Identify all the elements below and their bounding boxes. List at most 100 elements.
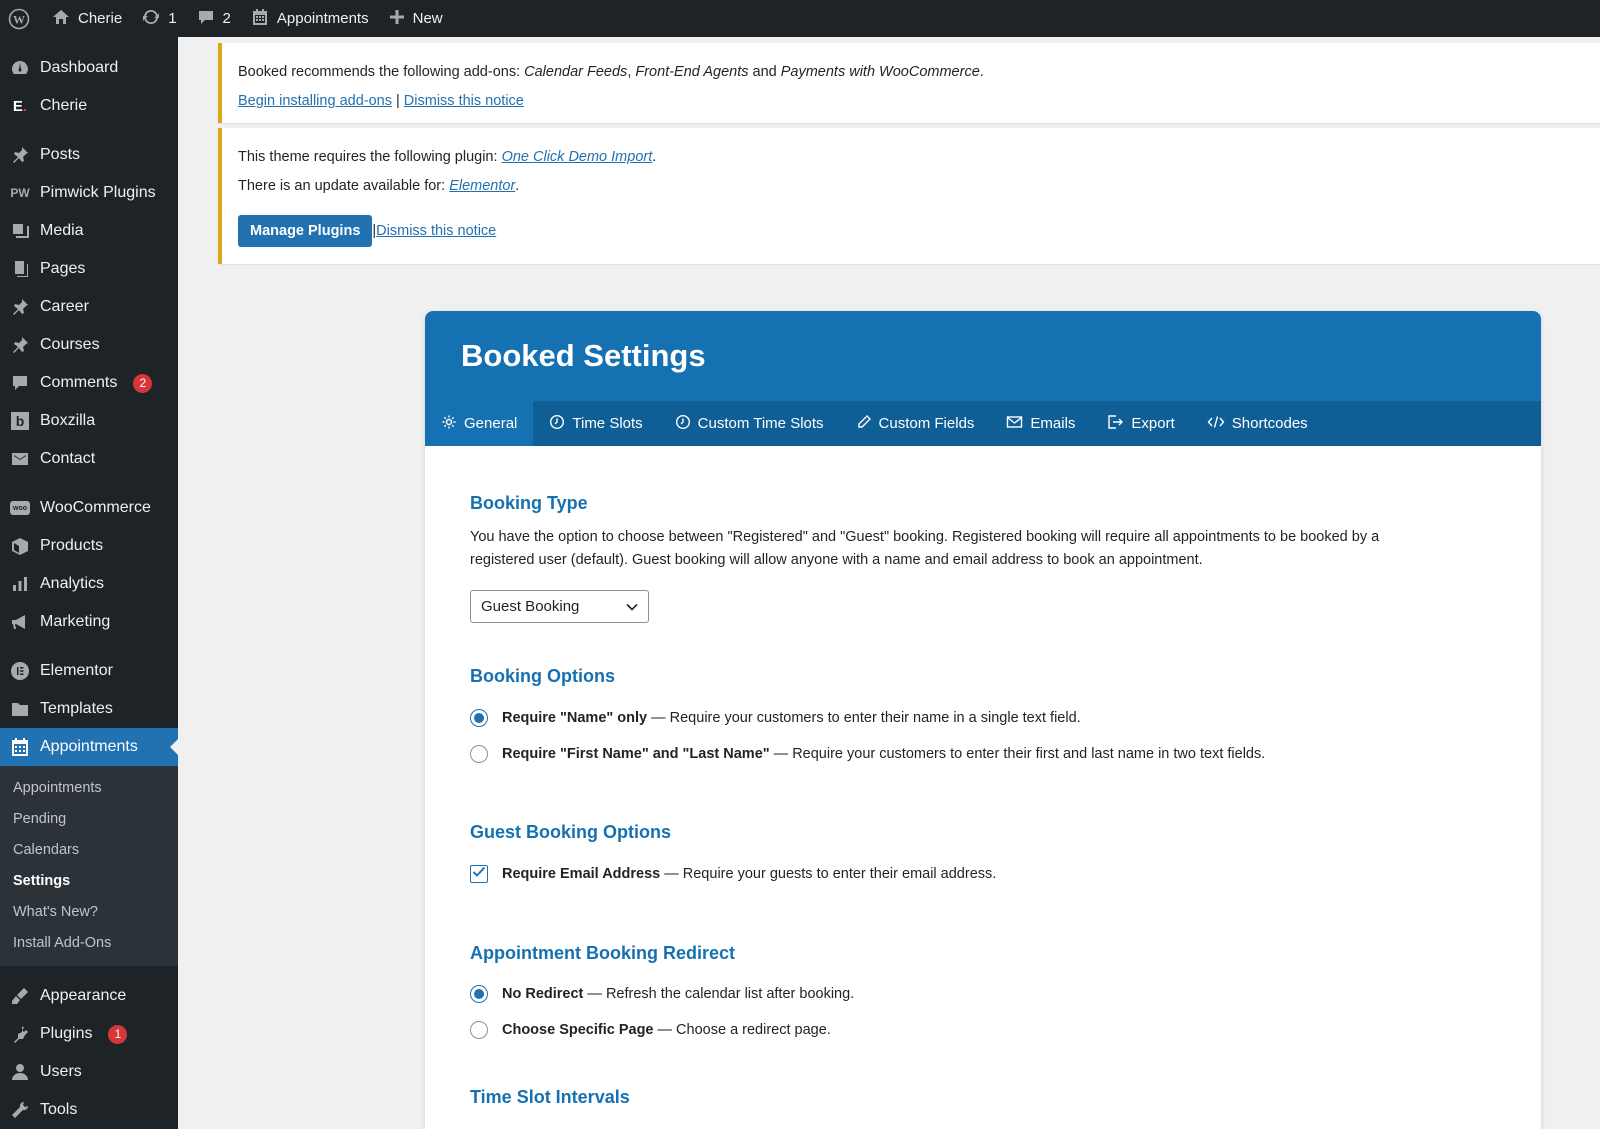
menu-pimwick-plugins[interactable]: PW Pimwick Plugins [0,174,178,212]
menu-marketing[interactable]: Marketing [0,603,178,641]
menu-elementor[interactable]: Elementor [0,652,178,690]
plug-icon [10,1024,30,1044]
tab-general[interactable]: General [425,401,534,446]
tab-label: Time Slots [572,415,643,432]
no-redirect-radio[interactable] [470,985,488,1003]
media-icon [10,221,30,241]
first-last-name-radio[interactable] [470,745,488,763]
option-require-email: Require Email Address — Require your gue… [470,865,996,883]
tab-export[interactable]: Export [1091,401,1190,446]
elementor-link[interactable]: Elementor [449,178,515,194]
new-label: New [412,10,443,27]
dismiss-notice-link[interactable]: Dismiss this notice [376,223,496,239]
menu-analytics[interactable]: Analytics [0,565,178,603]
menu-products[interactable]: Products [0,527,178,565]
menu-courses[interactable]: Courses [0,326,178,364]
menu-tools[interactable]: Tools [0,1091,178,1129]
dismiss-notice-link[interactable]: Dismiss this notice [404,93,524,109]
menu-users[interactable]: Users [0,1053,178,1091]
menu-career[interactable]: Career [0,288,178,326]
menu-media[interactable]: Media [0,212,178,250]
addon-name: Calendar Feeds [524,64,628,80]
option-label-bold: No Redirect [502,986,584,1002]
menu-posts[interactable]: Posts [0,136,178,174]
menu-comments[interactable]: Comments 2 [0,364,178,402]
option-no-redirect: No Redirect — Refresh the calendar list … [470,985,854,1003]
begin-installing-addons-link[interactable]: Begin installing add-ons [238,93,392,109]
menu-label: Appointments [40,738,138,755]
option-label-bold: Choose Specific Page [502,1022,654,1038]
option-specific-page: Choose Specific Page — Choose a redirect… [470,1021,831,1039]
required-plugin-text: This theme requires the following plugin… [238,147,1600,168]
tab-emails[interactable]: Emails [990,401,1091,446]
plugins-notice: This theme requires the following plugin… [218,128,1600,264]
menu-templates[interactable]: Templates [0,690,178,728]
menu-contact[interactable]: Contact [0,440,178,478]
wrench-icon [10,1100,30,1120]
site-name-label: Cherie [78,10,123,27]
tab-label: General [464,415,518,432]
option-label-bold: Require "Name" only [502,710,648,726]
submenu-calendars[interactable]: Calendars [0,834,178,865]
tab-shortcodes[interactable]: Shortcodes [1191,401,1324,446]
submenu-whats-new[interactable]: What's New? [0,896,178,927]
menu-label: Dashboard [40,59,119,76]
appointments-link[interactable]: Appointments [241,0,379,37]
comments-badge: 2 [133,373,153,393]
tab-label: Emails [1030,415,1076,432]
menu-woocommerce[interactable]: woo WooCommerce [0,489,178,527]
new-content-link[interactable]: New [379,0,453,37]
booked-settings-panel: Booked Settings General Time Slots Custo… [425,311,1541,1129]
tab-custom-fields[interactable]: Custom Fields [840,401,991,446]
require-email-checkbox[interactable] [470,865,488,883]
tab-custom-time-slots[interactable]: Custom Time Slots [659,401,840,446]
menu-cherie[interactable]: E. Cherie [0,87,178,125]
menu-dashboard[interactable]: Dashboard [0,49,178,87]
elementor-e-icon: E. [12,97,28,115]
plus-icon [389,9,405,29]
notice-text: Booked recommends the following add-ons: [238,64,525,80]
manage-plugins-button[interactable]: Manage Plugins [238,215,373,247]
submenu-settings[interactable]: Settings [0,865,178,896]
menu-boxzilla[interactable]: b Boxzilla [0,402,178,440]
menu-appointments[interactable]: Appointments [0,728,178,766]
name-only-radio[interactable] [470,709,488,727]
option-label: Choose Specific Page — Choose a redirect… [502,1022,831,1038]
updates-link[interactable]: 1 [132,0,186,37]
megaphone-icon [10,612,30,632]
bar-chart-icon [10,574,30,594]
home-icon [52,8,70,30]
wordpress-logo-icon[interactable]: W [0,0,42,37]
user-icon [10,1062,30,1082]
menu-appearance[interactable]: Appearance [0,977,178,1015]
tab-label: Shortcodes [1231,415,1308,432]
menu-label: Media [40,222,84,239]
one-click-demo-import-link[interactable]: One Click Demo Import [502,149,653,165]
addons-notice: Booked recommends the following add-ons:… [218,43,1600,123]
site-name-link[interactable]: Cherie [42,0,132,37]
submenu-appointments[interactable]: Appointments [0,772,178,803]
menu-label: Contact [40,450,96,467]
specific-page-radio[interactable] [470,1021,488,1039]
booking-type-select[interactable]: Guest Booking [470,590,649,623]
menu-label: Courses [40,336,100,353]
addons-notice-links: Begin installing add-ons | Dismiss this … [238,91,1600,112]
updates-count: 1 [168,10,177,27]
chevron-down-icon [626,598,638,615]
option-label-text: — Choose a redirect page. [653,1022,831,1038]
tab-time-slots[interactable]: Time Slots [533,401,658,446]
comments-link[interactable]: 2 [187,0,241,37]
submenu-pending[interactable]: Pending [0,803,178,834]
option-label: Require "Name" only — Require your custo… [502,710,1081,726]
notice-text: This theme requires the following plugin… [238,149,502,165]
booking-type-selected: Guest Booking [481,598,580,615]
elementor-icon [10,661,30,681]
plugins-badge: 1 [108,1024,128,1044]
menu-pages[interactable]: Pages [0,250,178,288]
option-label-text: — Require your customers to enter their … [647,710,1081,726]
menu-label: Products [40,537,104,554]
folder-icon [10,699,30,719]
submenu-install-add-ons[interactable]: Install Add-Ons [0,927,178,958]
menu-plugins[interactable]: Plugins 1 [0,1015,178,1053]
addons-notice-text: Booked recommends the following add-ons:… [238,62,1600,83]
